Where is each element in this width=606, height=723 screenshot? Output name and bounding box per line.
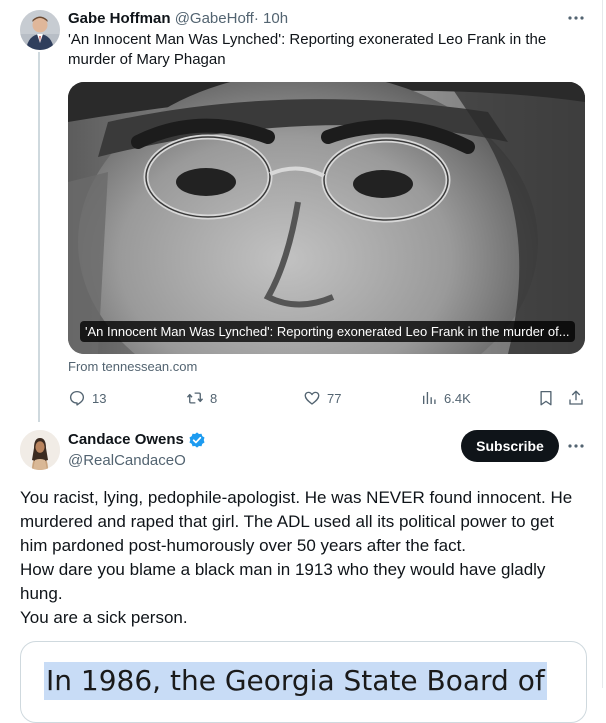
view-count: 6.4K [444, 390, 471, 406]
tweet2-text: You racist, lying, pedophile-apologist. … [20, 486, 580, 630]
tweet1-text: 'An Innocent Man Was Lynched': Reporting… [68, 31, 547, 68]
tweet1-timestamp[interactable]: 10h [263, 10, 288, 27]
thread-connector-line [38, 52, 40, 422]
views-icon [423, 392, 436, 404]
repost-button[interactable]: 8 [186, 388, 217, 408]
views-button[interactable]: 6.4K [420, 388, 471, 408]
avatar-gabe-image [20, 10, 60, 50]
attached-image-card[interactable]: In 1986, the Georgia State Board of [20, 641, 587, 723]
share-icon [569, 390, 583, 405]
reply-icon [69, 390, 85, 406]
link-source[interactable]: From tennessean.com [68, 359, 197, 375]
tweet2-paragraph: You are a sick person. [20, 608, 188, 627]
subscribe-button[interactable]: Subscribe [461, 430, 559, 462]
repost-count: 8 [210, 390, 218, 406]
link-preview-image [68, 82, 585, 354]
avatar-candace-owens[interactable] [20, 430, 60, 470]
tweet2-author-name[interactable]: Candace Owens [68, 430, 184, 450]
tweet2-paragraph: You racist, lying, pedophile-apologist. … [20, 488, 573, 555]
like-button[interactable]: 77 [303, 388, 341, 408]
heart-icon [304, 391, 320, 405]
bookmark-button[interactable] [537, 388, 555, 408]
reply-count: 13 [92, 390, 107, 406]
bookmark-icon [540, 390, 552, 406]
avatar-candace-image [20, 430, 60, 470]
share-button[interactable] [567, 388, 585, 408]
more-horizontal-icon[interactable] [566, 436, 586, 456]
link-preview-caption: 'An Innocent Man Was Lynched': Reporting… [80, 321, 575, 342]
tweet1-author-handle[interactable]: @GabeHoff [175, 10, 254, 27]
more-horizontal-icon[interactable] [566, 8, 586, 28]
reply-button[interactable]: 13 [68, 388, 106, 408]
tweet2-paragraph: How dare you blame a black man in 1913 w… [20, 560, 546, 603]
like-count: 77 [327, 390, 342, 406]
verified-badge-icon[interactable] [188, 431, 206, 449]
tweet2-author-handle[interactable]: @RealCandaceO [68, 451, 186, 471]
attached-image-text: In 1986, the Georgia State Board of [44, 662, 547, 700]
link-preview-card[interactable]: 'An Innocent Man Was Lynched': Reporting… [68, 82, 585, 354]
tweet2-name-row: Candace Owens [68, 430, 206, 450]
avatar-gabe-hoffman[interactable] [20, 10, 60, 50]
tweet1-author-name[interactable]: Gabe Hoffman [68, 10, 171, 27]
timeline-right-border [602, 0, 603, 688]
tweet1-separator: · [253, 10, 259, 27]
repost-icon [186, 392, 204, 404]
tweet1-header: Gabe Hoffman @GabeHoff· 10h [68, 9, 582, 29]
